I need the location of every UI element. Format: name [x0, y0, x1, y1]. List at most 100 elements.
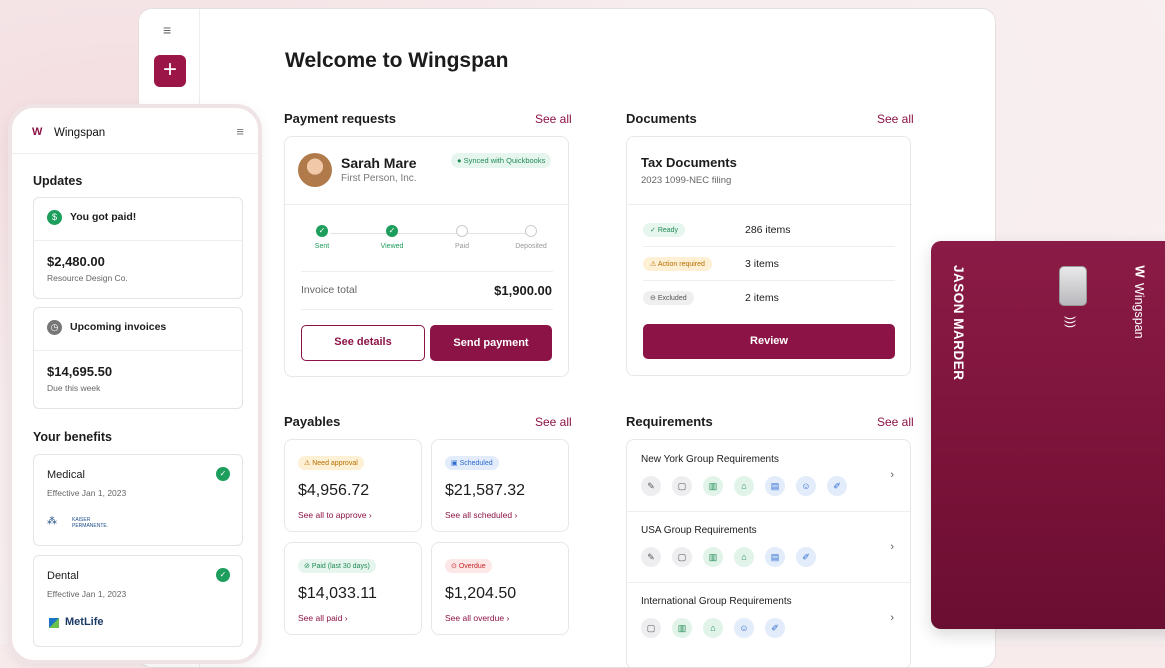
- payable-amount: $21,587.32: [445, 482, 526, 499]
- payment-request-card: Sarah Mare First Person, Inc. ● Synced w…: [284, 136, 570, 377]
- documents-title: Documents: [626, 111, 697, 126]
- requirement-label[interactable]: New York Group Requirements: [641, 454, 779, 465]
- form-icon: ✎: [641, 547, 661, 567]
- chevron-right-icon[interactable]: ›: [890, 469, 894, 481]
- link-label: See all paid: [298, 613, 343, 623]
- divider: [643, 246, 895, 247]
- send-payment-button[interactable]: Send payment: [430, 325, 552, 361]
- badge-label: Need approval: [312, 460, 358, 467]
- payable-amount: $1,204.50: [445, 585, 517, 602]
- check-icon: ✓: [216, 467, 230, 481]
- pending-icon: [525, 225, 537, 237]
- user-icon: ☺: [796, 476, 816, 496]
- upcoming-sub: Due this week: [47, 383, 101, 393]
- upcoming-amount: $14,695.50: [47, 364, 113, 379]
- payable-link[interactable]: See all to approve ›: [298, 510, 372, 520]
- documents-see-all[interactable]: See all: [877, 112, 914, 126]
- lock-icon: ⌂: [703, 618, 723, 638]
- badge-label: Ready: [657, 227, 679, 234]
- divider: [285, 204, 570, 205]
- divider: [301, 309, 553, 310]
- action-required-count: 3 items: [745, 258, 779, 270]
- synced-label: Synced with Quickbooks: [463, 156, 546, 165]
- payables-see-all[interactable]: See all: [535, 415, 572, 429]
- kaiser-logo-icon: ⁂: [47, 516, 57, 527]
- brand-name: Wingspan: [54, 127, 106, 139]
- create-button[interactable]: +: [154, 55, 186, 87]
- synced-badge: ● Synced with Quickbooks: [451, 153, 552, 168]
- lock-icon: ⌂: [734, 547, 754, 567]
- divider: [627, 204, 912, 205]
- payable-card[interactable]: ⊙ Overdue $1,204.50 See all overdue ›: [431, 542, 569, 635]
- payment-requests-title: Payment requests: [284, 111, 396, 126]
- paid-title: You got paid!: [70, 211, 137, 223]
- requirement-label[interactable]: USA Group Requirements: [641, 525, 757, 536]
- badge-label: Excluded: [657, 295, 687, 302]
- action-required-badge: ⚠ Action required: [643, 257, 712, 271]
- divider: [301, 271, 553, 272]
- edit-icon: ✐: [827, 476, 847, 496]
- scheduled-badge: ▣ Scheduled: [445, 456, 499, 470]
- chevron-right-icon[interactable]: ›: [890, 541, 894, 553]
- tax-documents-subtitle: 2023 1099-NEC filing: [641, 175, 732, 186]
- payment-requests-see-all[interactable]: See all: [535, 112, 572, 126]
- desktop-window: ≡ + Welcome to Wingspan Payment requests…: [138, 8, 996, 668]
- need-approval-badge: ⚠ Need approval: [298, 456, 364, 470]
- step-label: Paid: [454, 243, 469, 250]
- edit-icon: ✐: [765, 618, 785, 638]
- see-details-button[interactable]: See details: [301, 325, 425, 361]
- lock-icon: ⌂: [734, 476, 754, 496]
- payable-link[interactable]: See all overdue ›: [445, 613, 509, 623]
- payable-amount: $4,956.72: [298, 482, 370, 499]
- badge-label: Action required: [657, 261, 705, 268]
- card-brand: Wingspan: [1132, 283, 1146, 339]
- step-deposited: Deposited: [506, 225, 556, 250]
- benefits-heading: Your benefits: [33, 430, 112, 444]
- invoice-total-value: $1,900.00: [494, 283, 552, 298]
- ready-count: 286 items: [745, 224, 791, 236]
- divider: [627, 511, 910, 512]
- payable-link[interactable]: See all paid ›: [298, 613, 348, 623]
- upcoming-invoices-card[interactable]: ◷ Upcoming invoices $14,695.50 Due this …: [33, 307, 243, 409]
- medical-benefit-card[interactable]: Medical ✓ Effective Jan 1, 2023 ⁂ KAISER…: [33, 454, 243, 546]
- step-track: [330, 233, 530, 234]
- payable-card[interactable]: ⊘ Paid (last 30 days) $14,033.11 See all…: [284, 542, 422, 635]
- review-button[interactable]: Review: [643, 324, 895, 359]
- wingspan-logo-icon: W: [1132, 265, 1148, 278]
- metlife-logo-icon: [49, 618, 59, 628]
- divider: [643, 280, 895, 281]
- overdue-badge: ⊙ Overdue: [445, 559, 492, 573]
- provider-logo: MetLife: [65, 616, 104, 628]
- payables-title: Payables: [284, 414, 341, 429]
- step-sent: ✓ Sent: [297, 225, 347, 250]
- payer-company: First Person, Inc.: [341, 173, 417, 184]
- bank-icon: ▥: [703, 547, 723, 567]
- link-label: See all scheduled: [445, 510, 513, 520]
- payable-card[interactable]: ▣ Scheduled $21,587.32 See all scheduled…: [431, 439, 569, 532]
- menu-icon[interactable]: ≡: [163, 23, 177, 37]
- chevron-right-icon[interactable]: ›: [890, 612, 894, 624]
- wingspan-logo-icon: W: [32, 126, 43, 138]
- paid-from: Resource Design Co.: [47, 273, 128, 283]
- requirement-label[interactable]: International Group Requirements: [641, 596, 792, 607]
- document-icon: ▤: [765, 476, 785, 496]
- dental-title: Dental: [47, 570, 79, 582]
- payment-card: JASON MARDER ))) W Wingspan: [931, 241, 1165, 629]
- paid-update-card[interactable]: $ You got paid! $2,480.00 Resource Desig…: [33, 197, 243, 299]
- menu-icon[interactable]: ≡: [236, 124, 244, 139]
- payable-link[interactable]: See all scheduled ›: [445, 510, 517, 520]
- clock-icon: ◷: [47, 320, 62, 335]
- check-icon: ✓: [216, 568, 230, 582]
- pending-icon: [456, 225, 468, 237]
- divider: [34, 240, 242, 241]
- page-title: Welcome to Wingspan: [285, 49, 509, 72]
- divider: [34, 350, 242, 351]
- payable-card[interactable]: ⚠ Need approval $4,956.72 See all to app…: [284, 439, 422, 532]
- requirements-see-all[interactable]: See all: [877, 415, 914, 429]
- divider: [12, 153, 258, 154]
- dental-benefit-card[interactable]: Dental ✓ Effective Jan 1, 2023 MetLife: [33, 555, 243, 647]
- badge-label: Overdue: [458, 563, 486, 570]
- step-viewed: ✓ Viewed: [367, 225, 417, 250]
- card-holder-name: JASON MARDER: [951, 265, 966, 381]
- divider: [627, 582, 910, 583]
